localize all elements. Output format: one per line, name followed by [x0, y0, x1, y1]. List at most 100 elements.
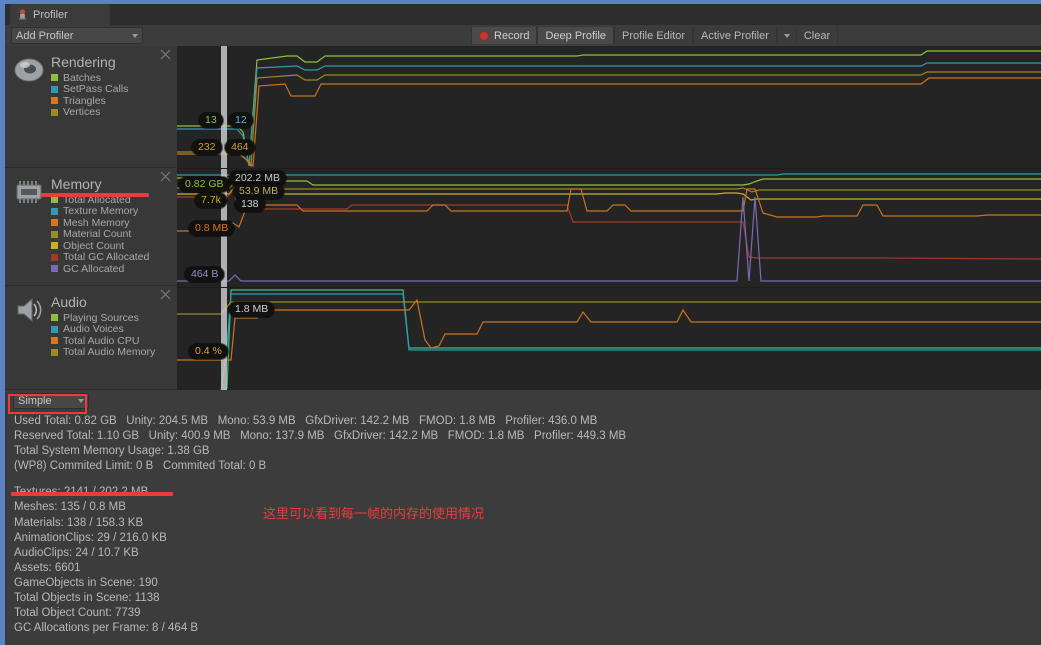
graph-tag: 464 B — [185, 267, 225, 282]
graph-area: 13 232 12 464 0.82 GB 7.7k 0.8 MB 464 B … — [177, 46, 1041, 393]
legend-label: GC Allocated — [63, 262, 125, 275]
close-icon[interactable] — [160, 171, 171, 182]
legend-item[interactable]: SetPass Calls — [51, 83, 128, 95]
legend-item[interactable]: Vertices — [51, 106, 128, 119]
legend-label: Material Count — [63, 228, 132, 241]
legend-item[interactable]: Batches — [51, 72, 128, 84]
legend-label: Object Count — [63, 239, 125, 252]
graph-tag: 138 — [235, 197, 265, 212]
stat-line: Total System Memory Usage: 1.38 GB — [14, 445, 210, 458]
graph-tag: 232 — [192, 140, 222, 155]
legend-label: Vertices — [63, 106, 101, 119]
legend-label: Total Audio CPU — [63, 334, 140, 347]
stat-line: Reserved Total: 1.10 GB Unity: 400.9 MB … — [14, 430, 627, 443]
legend-item[interactable]: Playing Sources — [51, 312, 155, 324]
graph-rendering-curves — [177, 50, 1041, 168]
stat-line: Assets: 6601 — [14, 561, 81, 574]
legend-item[interactable]: Material Count — [51, 228, 149, 241]
graph-tag: 13 — [199, 113, 223, 128]
legend-item[interactable]: Total GC Allocated — [51, 251, 150, 264]
tab-profiler-label: Profiler — [33, 8, 68, 21]
legend-item[interactable]: GC Allocated — [51, 263, 149, 275]
legend-swatch-icon — [51, 207, 58, 215]
graph-playhead[interactable] — [221, 288, 227, 392]
graph-tag: 464 — [225, 140, 255, 155]
stat-line: AudioClips: 24 / 10.7 KB — [14, 546, 139, 559]
stat-line: GameObjects in Scene: 190 — [14, 576, 158, 589]
graph-memory[interactable]: 0.82 GB 7.7k 0.8 MB 464 B 202.2 MB 53.9 … — [177, 169, 1041, 288]
graph-rendering[interactable]: 13 232 12 464 — [177, 46, 1041, 169]
module-rendering-legend: Batches SetPass Calls Triangles Vertices — [51, 72, 128, 118]
graph-audio[interactable]: 0.4 % 1.8 MB — [177, 288, 1041, 393]
module-memory[interactable]: Memory Total Allocated Texture Memory Me… — [5, 168, 177, 286]
profiler-window: Profiler Add Profiler Record Deep Profil… — [0, 0, 1041, 645]
legend-label: Total Audio Memory — [63, 346, 156, 359]
clear-button[interactable]: Clear — [795, 27, 839, 44]
legend-label: Mesh Memory — [63, 216, 130, 229]
legend-swatch-icon — [51, 325, 58, 333]
stat-line: Meshes: 135 / 0.8 MB — [14, 501, 126, 514]
stat-line: Total Objects in Scene: 1138 — [14, 592, 160, 605]
stat-line: Materials: 138 / 158.3 KB — [14, 516, 144, 529]
audio-icon — [17, 297, 42, 323]
module-memory-title: Memory — [51, 176, 102, 192]
chevron-down-icon — [132, 33, 138, 38]
legend-item[interactable]: Total Audio CPU — [51, 335, 155, 347]
legend-item[interactable]: Audio Voices — [51, 323, 155, 335]
annotation-underline-total-allocated — [41, 193, 149, 197]
tab-bar: Profiler — [5, 4, 1041, 25]
stat-line: Used Total: 0.82 GB Unity: 204.5 MB Mono… — [14, 415, 598, 427]
module-rendering-title: Rendering — [51, 54, 116, 70]
stat-line: (WP8) Commited Limit: 0 B Commited Total… — [14, 460, 267, 473]
active-profiler-dropdown[interactable] — [776, 27, 796, 44]
stats-spacer — [14, 474, 1041, 485]
record-dot-icon — [479, 30, 489, 41]
deep-profile-button[interactable]: Deep Profile — [537, 27, 615, 44]
legend-item[interactable]: Total Audio Memory — [51, 346, 156, 359]
clear-label: Clear — [803, 29, 831, 42]
module-rendering[interactable]: Rendering Batches SetPass Calls Triangle… — [5, 46, 177, 168]
memory-stats-pane: Used Total: 0.82 GB Unity: 204.5 MB Mono… — [5, 412, 1041, 645]
legend-label: Triangles — [63, 94, 106, 107]
module-memory-legend: Total Allocated Texture Memory Mesh Memo… — [51, 194, 149, 275]
record-button[interactable]: Record — [471, 27, 538, 44]
add-profiler-dropdown[interactable]: Add Profiler — [11, 27, 143, 44]
profiler-icon — [19, 9, 26, 20]
profile-editor-label: Profile Editor — [622, 29, 685, 42]
legend-swatch-icon — [51, 314, 58, 322]
legend-swatch-icon — [51, 348, 58, 356]
module-audio-legend: Playing Sources Audio Voices Total Audio… — [51, 312, 155, 358]
stat-line: AnimationClips: 29 / 216.0 KB — [14, 531, 167, 544]
legend-label: Total GC Allocated — [63, 251, 150, 264]
legend-item[interactable]: Texture Memory — [51, 205, 149, 218]
active-profiler-label: Active Profiler — [701, 29, 769, 42]
annotation-note: 这里可以看到每一帧的内存的使用情况 — [263, 507, 485, 522]
toolbar-buttons: Record Deep Profile Profile Editor Activ… — [471, 27, 839, 44]
stat-line: GC Allocations per Frame: 8 / 464 B — [14, 622, 199, 635]
graph-tag: 12 — [229, 113, 253, 128]
legend-swatch-icon — [51, 265, 58, 273]
legend-swatch-icon — [51, 108, 58, 116]
legend-swatch-icon — [51, 242, 58, 250]
add-profiler-label: Add Profiler — [16, 29, 74, 42]
legend-swatch-icon — [51, 337, 58, 345]
legend-swatch-icon — [51, 219, 58, 227]
stat-line: Total Object Count: 7739 — [14, 607, 141, 620]
tab-profiler[interactable]: Profiler — [10, 4, 110, 25]
close-icon[interactable] — [160, 289, 171, 300]
legend-swatch-icon — [51, 230, 58, 238]
legend-label: Texture Memory — [63, 205, 139, 218]
annotation-underline-textures — [11, 492, 173, 496]
rendering-icon — [14, 58, 44, 82]
profile-editor-button[interactable]: Profile Editor — [614, 27, 693, 44]
graph-tag: 7.7k — [195, 193, 227, 208]
active-profiler-button[interactable]: Active Profiler — [693, 27, 777, 44]
legend-item[interactable]: Mesh Memory — [51, 217, 149, 229]
close-icon[interactable] — [160, 49, 171, 60]
legend-item[interactable]: Object Count — [51, 240, 149, 252]
legend-label: Playing Sources — [63, 311, 139, 324]
legend-label: Batches — [63, 71, 101, 84]
legend-item[interactable]: Triangles — [51, 95, 128, 107]
graph-tag: 1.8 MB — [229, 302, 275, 317]
module-audio[interactable]: Audio Playing Sources Audio Voices Total… — [5, 286, 177, 390]
